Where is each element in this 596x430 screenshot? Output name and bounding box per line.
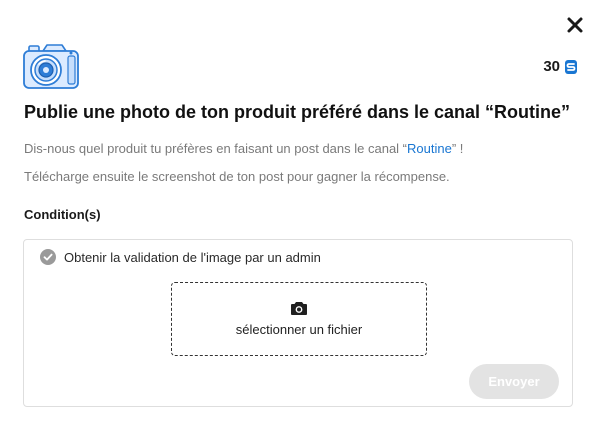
mission-description: Dis-nous quel produit tu préfères en fai… (24, 141, 463, 156)
upload-label: sélectionner un fichier (235, 322, 363, 337)
camera-illustration (22, 42, 80, 92)
close-button[interactable] (565, 15, 585, 35)
description-text-before: Dis-nous quel produit tu préfères en fai… (24, 141, 408, 156)
conditions-heading: Condition(s) (24, 207, 101, 222)
points-currency-icon (565, 59, 577, 74)
channel-link[interactable]: Routine (407, 141, 452, 156)
mission-title: Publie une photo de ton produit préféré … (24, 102, 571, 122)
reward-points: 30 (543, 58, 578, 75)
condition-card: Obtenir la validation de l'image par un … (23, 239, 573, 407)
description-text-after: ” ! (451, 141, 464, 156)
condition-text: Obtenir la validation de l'image par un … (64, 249, 321, 265)
submit-button[interactable]: Envoyer (469, 364, 559, 399)
check-circle-icon (40, 249, 56, 265)
points-value: 30 (543, 58, 560, 75)
camera-icon (291, 302, 307, 315)
mission-instructions: Télécharge ensuite le screenshot de ton … (24, 169, 450, 184)
close-icon (567, 17, 583, 33)
condition-item: Obtenir la validation de l'image par un … (40, 249, 321, 265)
file-upload-dropzone[interactable]: sélectionner un fichier (171, 282, 427, 356)
